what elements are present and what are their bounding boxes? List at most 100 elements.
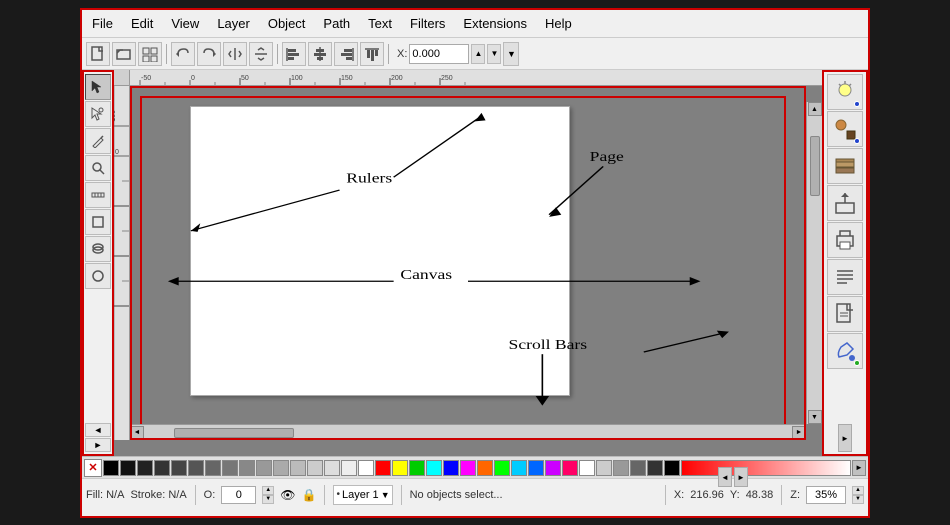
red-gradient-swatch[interactable]	[681, 460, 851, 476]
menu-view[interactable]: View	[167, 15, 203, 32]
color-swatch[interactable]	[511, 460, 527, 476]
sphere-tool-btn[interactable]	[85, 236, 111, 262]
paint-bucket-btn[interactable]	[827, 333, 863, 369]
toolbar-undo-btn[interactable]	[171, 42, 195, 66]
grayscale-swatch[interactable]	[256, 460, 272, 476]
print2-btn[interactable]	[827, 222, 863, 258]
scrollbar-horizontal[interactable]: ◄ ►	[130, 424, 806, 440]
scrollbar-h-right-btn[interactable]: ►	[792, 426, 806, 440]
color-swatch[interactable]	[409, 460, 425, 476]
opacity-input[interactable]	[221, 486, 256, 504]
color-swatch[interactable]	[443, 460, 459, 476]
scrollbar-v-up-btn[interactable]: ▲	[808, 102, 822, 116]
color-swatch[interactable]	[477, 460, 493, 476]
color-swatch[interactable]	[460, 460, 476, 476]
color-swatch[interactable]	[596, 460, 612, 476]
color-swatch[interactable]	[528, 460, 544, 476]
scrollbar-h-thumb[interactable]	[174, 428, 294, 438]
panel-expand-btn[interactable]: ►	[838, 424, 852, 452]
bottom-nav-left[interactable]: ◄	[718, 467, 732, 487]
no-color-swatch[interactable]: ✕	[84, 459, 102, 477]
grayscale-swatch[interactable]	[273, 460, 289, 476]
menu-extensions[interactable]: Extensions	[459, 15, 531, 32]
color-swatch[interactable]	[375, 460, 391, 476]
color-swatch[interactable]	[392, 460, 408, 476]
toolbar-dropdown-btn[interactable]: ▼	[503, 42, 519, 66]
layers-btn[interactable]	[827, 148, 863, 184]
canvas-viewport[interactable]: -100 0	[114, 86, 822, 440]
opacity-up-btn[interactable]: ▲	[262, 486, 274, 495]
zoom-up-btn[interactable]: ▲	[852, 486, 864, 495]
grayscale-swatch[interactable]	[188, 460, 204, 476]
menu-filters[interactable]: Filters	[406, 15, 449, 32]
palette-scroll-btn[interactable]: ►	[852, 460, 866, 476]
color-swatch[interactable]	[545, 460, 561, 476]
toolbar-align-center-btn[interactable]	[308, 42, 332, 66]
toolbar-flip-v-btn[interactable]	[249, 42, 273, 66]
rectangle-tool-btn[interactable]	[85, 209, 111, 235]
toolbar-redo-btn[interactable]	[197, 42, 221, 66]
grayscale-swatch[interactable]	[205, 460, 221, 476]
measure-tool-btn[interactable]	[85, 182, 111, 208]
toolbar-x-up-btn[interactable]: ▲	[471, 44, 485, 64]
export-btn[interactable]	[827, 185, 863, 221]
fill-stroke-btn[interactable]	[827, 74, 863, 110]
toolbar-align-right-btn[interactable]	[334, 42, 358, 66]
grayscale-swatch[interactable]	[239, 460, 255, 476]
zoom-down-btn[interactable]: ▼	[852, 495, 864, 504]
color-swatch[interactable]	[579, 460, 595, 476]
grayscale-swatch[interactable]	[154, 460, 170, 476]
grayscale-swatch[interactable]	[103, 460, 119, 476]
grayscale-swatch[interactable]	[222, 460, 238, 476]
grayscale-swatch[interactable]	[341, 460, 357, 476]
toolbar-x-down-btn[interactable]: ▼	[487, 44, 501, 64]
selector-tool-btn[interactable]	[85, 74, 111, 100]
drawing-area[interactable]: Rulers Canvas	[130, 86, 806, 440]
grayscale-swatch[interactable]	[324, 460, 340, 476]
toolbar-open-btn[interactable]	[112, 42, 136, 66]
bottom-nav-right[interactable]: ►	[734, 467, 748, 487]
grayscale-swatch[interactable]	[137, 460, 153, 476]
tool-arrow-left-btn[interactable]: ◄	[85, 423, 111, 437]
menu-edit[interactable]: Edit	[127, 15, 157, 32]
menu-help[interactable]: Help	[541, 15, 576, 32]
menu-path[interactable]: Path	[319, 15, 354, 32]
canvas-area[interactable]: -50 0 50 100 150 200 250	[114, 70, 822, 456]
grayscale-swatch[interactable]	[307, 460, 323, 476]
toolbar-align-left-btn[interactable]	[282, 42, 306, 66]
color-swatch[interactable]	[562, 460, 578, 476]
menu-text[interactable]: Text	[364, 15, 396, 32]
scrollbar-h-left-btn[interactable]: ◄	[130, 426, 144, 440]
color-swatch[interactable]	[494, 460, 510, 476]
node-editor-tool-btn[interactable]	[85, 101, 111, 127]
menu-file[interactable]: File	[88, 15, 117, 32]
layer-selector[interactable]: • Layer 1 ▼	[333, 485, 392, 505]
lock-icon[interactable]: 🔒	[302, 488, 317, 502]
zoom-input[interactable]	[806, 486, 846, 504]
scrollbar-v-down-btn[interactable]: ▼	[808, 410, 822, 424]
grayscale-swatch[interactable]	[120, 460, 136, 476]
toolbar-open-recent-btn[interactable]	[138, 42, 162, 66]
tool-arrow-right-btn[interactable]: ►	[85, 438, 111, 452]
grayscale-swatch[interactable]	[358, 460, 374, 476]
xml-editor-btn[interactable]	[827, 111, 863, 147]
scrollbar-vertical[interactable]: ▲ ▼	[806, 102, 822, 424]
color-swatch[interactable]	[647, 460, 663, 476]
color-swatch[interactable]	[613, 460, 629, 476]
toolbar-x-input[interactable]	[409, 44, 469, 64]
visibility-icon[interactable]: 👁	[280, 488, 295, 502]
color-swatch[interactable]	[664, 460, 680, 476]
grayscale-swatch[interactable]	[290, 460, 306, 476]
color-swatch[interactable]	[426, 460, 442, 476]
document-props-btn[interactable]	[827, 296, 863, 332]
color-swatch[interactable]	[630, 460, 646, 476]
symbols-btn[interactable]	[827, 259, 863, 295]
circle-tool-btn[interactable]	[85, 263, 111, 289]
grayscale-swatch[interactable]	[171, 460, 187, 476]
opacity-down-btn[interactable]: ▼	[262, 495, 274, 504]
menu-object[interactable]: Object	[264, 15, 310, 32]
toolbar-flip-h-btn[interactable]	[223, 42, 247, 66]
toolbar-new-btn[interactable]	[86, 42, 110, 66]
pen-tool-btn[interactable]	[85, 128, 111, 154]
layer-dropdown-arrow[interactable]: ▼	[381, 490, 390, 500]
